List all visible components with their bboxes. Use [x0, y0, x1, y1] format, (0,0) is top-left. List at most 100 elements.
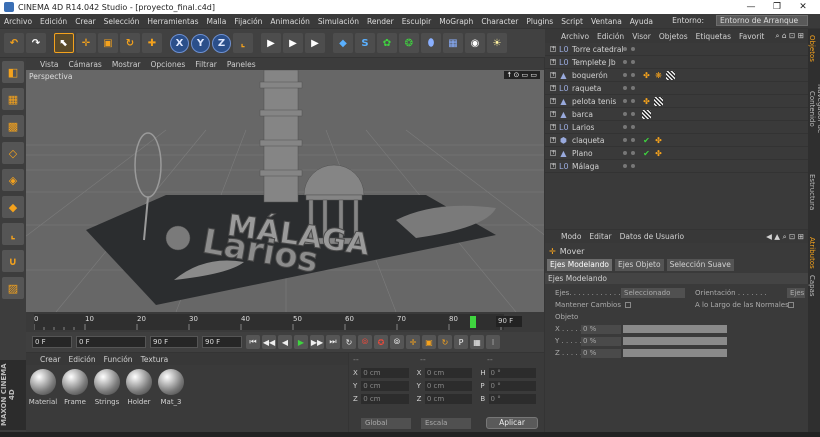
normales-checkbox[interactable]: [788, 302, 794, 308]
restore-button[interactable]: ❐: [764, 0, 790, 14]
material-swatch[interactable]: Strings: [92, 369, 122, 406]
objeto-x-slider[interactable]: [623, 325, 727, 333]
close-button[interactable]: ✕: [790, 0, 816, 14]
material-menu-crear[interactable]: Crear: [40, 355, 60, 364]
snap-magnet-icon[interactable]: ∪: [2, 250, 24, 272]
viewport-menu-mostrar[interactable]: Mostrar: [112, 60, 141, 69]
side-tab-capas[interactable]: Capas: [808, 271, 816, 301]
preview-end-field[interactable]: 90 F: [202, 336, 242, 348]
tab-seleccion-suave[interactable]: Selección Suave: [666, 259, 734, 271]
minimize-button[interactable]: —: [738, 0, 764, 14]
visibility-dots[interactable]: [623, 125, 639, 129]
render-view-icon[interactable]: ▶: [261, 33, 281, 53]
viewport-menu-opciones[interactable]: Opciones: [151, 60, 186, 69]
render-settings-icon[interactable]: ▶: [305, 33, 325, 53]
side-tab-atributos[interactable]: Atributos: [808, 233, 816, 271]
object-row[interactable]: + L0 Templete Jb: [545, 56, 808, 69]
next-key-icon[interactable]: ▶▶: [310, 335, 324, 349]
check-tag-icon[interactable]: ✔: [642, 149, 651, 158]
viewport-menu-vista[interactable]: Vista: [40, 60, 59, 69]
side-tab-navegador[interactable]: Navegador de Contenido: [808, 67, 820, 151]
material-swatch[interactable]: Holder: [124, 369, 154, 406]
visibility-dots[interactable]: [623, 138, 639, 142]
obj-menu-visor[interactable]: Visor: [632, 32, 651, 41]
menu-seleccion[interactable]: Selección: [104, 17, 140, 26]
z-axis-lock-button[interactable]: Z: [212, 33, 231, 53]
axis-mode-icon[interactable]: ⌞: [2, 223, 24, 245]
visibility-dots[interactable]: [623, 73, 639, 77]
apply-button[interactable]: Aplicar: [486, 417, 538, 429]
visibility-dots[interactable]: [623, 60, 639, 64]
menu-malla[interactable]: Malla: [206, 17, 226, 26]
viewport-menu-paneles[interactable]: Paneles: [227, 60, 256, 69]
attr-nav-icons[interactable]: ◀ ▲ ⌕ ⊡ ⊞: [766, 232, 804, 242]
visibility-dots[interactable]: [623, 112, 639, 116]
render-picture-viewer-icon[interactable]: ▶: [283, 33, 303, 53]
key-parameter-icon[interactable]: P: [454, 335, 468, 349]
current-frame-field[interactable]: 0 F: [76, 336, 146, 348]
obj-menu-archivo[interactable]: Archivo: [561, 32, 589, 41]
start-frame-field[interactable]: 0 F: [32, 336, 72, 348]
objeto-z-slider[interactable]: [623, 349, 727, 357]
position-y-field[interactable]: 0 cm: [361, 380, 409, 391]
texture-tag-icon[interactable]: [642, 109, 651, 119]
object-row[interactable]: + ▲ boquerón ✤ ❋: [545, 69, 808, 82]
live-selection-icon[interactable]: ⬉: [54, 33, 74, 53]
check-tag-icon[interactable]: ✔: [642, 136, 651, 145]
cube-primitive-icon[interactable]: ◆: [333, 33, 353, 53]
texture-tag-icon[interactable]: [666, 70, 675, 80]
expand-icon[interactable]: +: [550, 59, 556, 65]
viewport-menu-camaras[interactable]: Cámaras: [69, 60, 102, 69]
menu-ventana[interactable]: Ventana: [591, 17, 622, 26]
search-icon[interactable]: ⌕ ⌂ ⊡ ⊞: [775, 31, 804, 41]
rotation-h-field[interactable]: 0 °: [488, 367, 537, 378]
menu-edicion[interactable]: Edición: [40, 17, 67, 26]
size-x-field[interactable]: 0 cm: [424, 367, 473, 378]
menu-script[interactable]: Script: [561, 17, 583, 26]
menu-herramientas[interactable]: Herramientas: [147, 17, 198, 26]
menu-mograph[interactable]: MoGraph: [439, 17, 473, 26]
menu-simulacion[interactable]: Simulación: [318, 17, 359, 26]
material-swatch[interactable]: Frame: [60, 369, 90, 406]
expand-icon[interactable]: +: [550, 85, 556, 91]
scene-floor-icon[interactable]: ▦: [443, 33, 463, 53]
texture-tag-icon[interactable]: [654, 96, 663, 106]
keyframe-selection-icon[interactable]: ⦾: [390, 335, 404, 349]
viewport-nav-icons[interactable]: ☨ ⊙ ▭ ▭: [504, 71, 540, 79]
side-tab-objetos[interactable]: Objetos: [808, 29, 816, 67]
x-axis-lock-button[interactable]: X: [170, 33, 189, 53]
expand-icon[interactable]: +: [550, 150, 556, 156]
material-menu-funcion[interactable]: Función: [104, 355, 133, 364]
menu-archivo[interactable]: Archivo: [4, 17, 32, 26]
loop-icon[interactable]: ↻: [342, 335, 356, 349]
visibility-dots[interactable]: [623, 47, 639, 51]
model-mode-icon[interactable]: ▩: [2, 115, 24, 137]
perspective-viewport[interactable]: MÁLAGA Larios Perspectiva ☨ ⊙ ▭ ▭: [26, 70, 544, 312]
position-z-field[interactable]: 0 cm: [361, 393, 409, 404]
mantener-cambios-checkbox[interactable]: [624, 302, 631, 308]
attr-menu-datos-usuario[interactable]: Datos de Usuario: [620, 232, 684, 241]
menu-character[interactable]: Character: [481, 17, 518, 26]
size-y-field[interactable]: 0 cm: [424, 380, 473, 391]
visibility-dots[interactable]: [623, 164, 639, 168]
obj-menu-favoritos[interactable]: Favorit: [739, 32, 764, 41]
key-pla-icon[interactable]: ▦: [470, 335, 484, 349]
expand-icon[interactable]: +: [550, 46, 556, 52]
playbar-options-icon[interactable]: ⁝: [486, 335, 500, 349]
visibility-dots[interactable]: [623, 99, 639, 103]
obj-menu-etiquetas[interactable]: Etiquetas: [696, 32, 731, 41]
rotation-b-field[interactable]: 0 °: [488, 393, 537, 404]
object-row[interactable]: + ⬢ claqueta ✔ ✤: [545, 134, 808, 147]
attr-menu-modo[interactable]: Modo: [561, 232, 581, 241]
position-x-field[interactable]: 0 cm: [361, 367, 409, 378]
menu-render[interactable]: Render: [367, 17, 394, 26]
previous-key-icon[interactable]: ◀◀: [262, 335, 276, 349]
light-icon[interactable]: ☀: [487, 33, 507, 53]
nurbs-icon[interactable]: ✿: [377, 33, 397, 53]
spline-icon[interactable]: S: [355, 33, 375, 53]
menu-plugins[interactable]: Plugins: [526, 17, 553, 26]
make-editable-icon[interactable]: ◧: [2, 61, 24, 83]
material-menu-edicion[interactable]: Edición: [68, 355, 95, 364]
object-row[interactable]: + ▲ barca: [545, 108, 808, 121]
objeto-z-field[interactable]: 0 %: [581, 348, 621, 358]
